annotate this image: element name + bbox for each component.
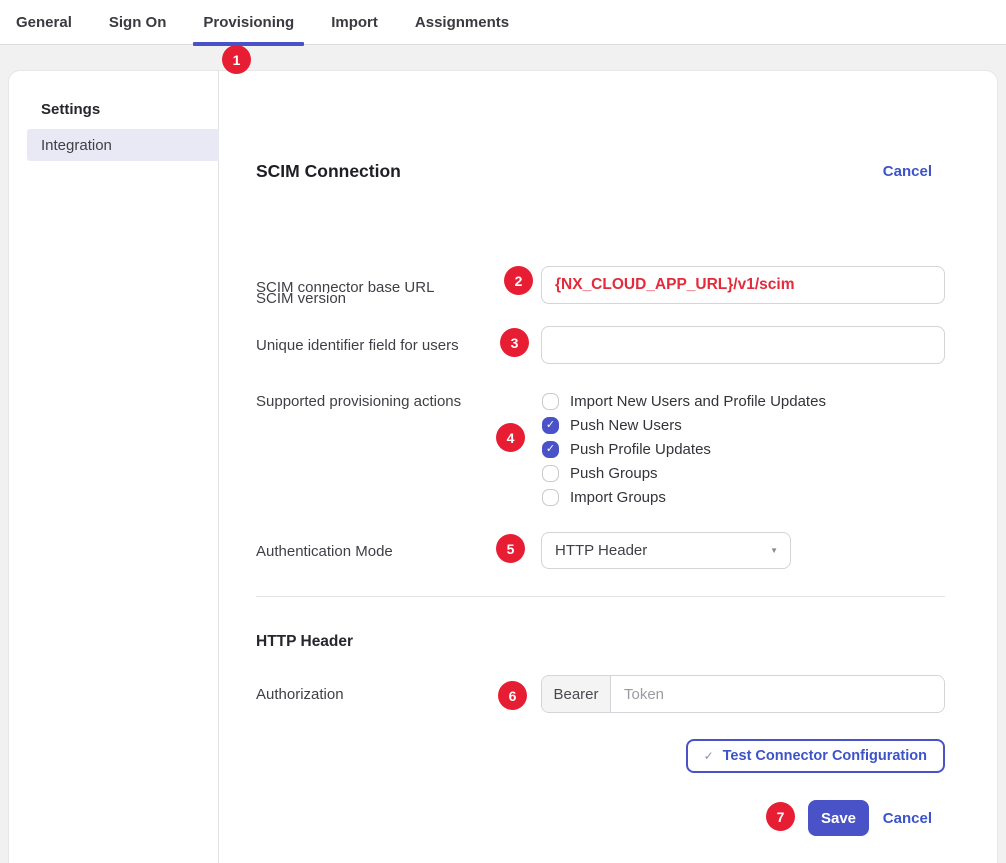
- base-url-input[interactable]: [541, 266, 945, 304]
- annotation-badge-4: 4: [496, 423, 525, 452]
- tab-import[interactable]: Import: [321, 0, 388, 45]
- checkbox-label: Push Groups: [570, 465, 658, 482]
- annotation-badge-1: 1: [222, 45, 251, 74]
- unique-id-label: Unique identifier field for users: [256, 337, 459, 354]
- tab-label: Import: [331, 14, 378, 31]
- sidebar-item-label: Integration: [41, 137, 112, 154]
- checkbox-push-new-users[interactable]: ✓ Push New Users: [542, 413, 826, 437]
- check-icon: ✓: [546, 420, 555, 431]
- save-button[interactable]: Save: [808, 800, 869, 836]
- checkbox-import-groups[interactable]: ✓ Import Groups: [542, 485, 826, 509]
- checkbox-label: Push Profile Updates: [570, 441, 711, 458]
- unique-id-input[interactable]: [541, 326, 945, 364]
- annotation-badge-7: 7: [766, 802, 795, 831]
- tab-assignments[interactable]: Assignments: [405, 0, 519, 45]
- tab-provisioning[interactable]: Provisioning: [193, 0, 304, 45]
- checkbox-label: Import New Users and Profile Updates: [570, 393, 826, 410]
- cancel-link-bottom[interactable]: Cancel: [883, 810, 932, 827]
- bearer-prefix: Bearer: [542, 676, 611, 712]
- chevron-down-icon: ▼: [770, 546, 778, 555]
- check-icon: ✓: [704, 749, 714, 763]
- checkbox-icon: ✓: [542, 489, 559, 506]
- form-title-row: SCIM Connection Cancel: [256, 161, 945, 187]
- app-window: General Sign On Provisioning Import Assi…: [0, 0, 1006, 863]
- sidebar-item-integration[interactable]: Integration: [27, 129, 219, 161]
- provisioning-actions-list: ✓ Import New Users and Profile Updates ✓…: [542, 389, 826, 509]
- checkbox-icon: ✓: [542, 441, 559, 458]
- checkbox-icon: ✓: [542, 465, 559, 482]
- authorization-input-group: Bearer: [541, 675, 945, 713]
- form-footer-row: Save Cancel: [256, 800, 945, 836]
- base-url-label: SCIM connector base URL: [256, 279, 434, 296]
- http-header-section-row: HTTP Header: [256, 633, 945, 651]
- scim-connection-form: SCIM Connection Cancel SCIM version 2.0 …: [256, 71, 945, 863]
- cancel-link-top[interactable]: Cancel: [883, 163, 932, 180]
- annotation-badge-5: 5: [496, 534, 525, 563]
- authentication-mode-label: Authentication Mode: [256, 543, 393, 560]
- tab-general[interactable]: General: [6, 0, 82, 45]
- test-connector-label: Test Connector Configuration: [723, 748, 927, 764]
- checkbox-label: Import Groups: [570, 489, 666, 506]
- test-connector-button[interactable]: ✓ Test Connector Configuration: [686, 739, 945, 773]
- annotation-badge-2: 2: [504, 266, 533, 295]
- authentication-mode-select[interactable]: HTTP Header ▼: [541, 532, 791, 569]
- settings-sidebar: Settings Integration: [9, 71, 219, 863]
- provisioning-actions-label: Supported provisioning actions: [256, 393, 461, 410]
- tab-label: Assignments: [415, 14, 509, 31]
- section-title: HTTP Header: [256, 633, 353, 650]
- authorization-label: Authorization: [256, 686, 344, 703]
- selected-option: HTTP Header: [555, 542, 647, 559]
- checkbox-label: Push New Users: [570, 417, 682, 434]
- provisioning-card: Settings Integration SCIM Connection Can…: [8, 70, 998, 863]
- tab-label: Provisioning: [203, 14, 294, 31]
- annotation-badge-6: 6: [498, 681, 527, 710]
- tab-label: General: [16, 14, 72, 31]
- token-input[interactable]: [611, 676, 944, 712]
- tab-bar: General Sign On Provisioning Import Assi…: [0, 0, 1006, 45]
- section-divider: [256, 596, 945, 597]
- checkbox-icon: ✓: [542, 393, 559, 410]
- checkbox-push-groups[interactable]: ✓ Push Groups: [542, 461, 826, 485]
- check-icon: ✓: [546, 444, 555, 455]
- checkbox-import-new-users[interactable]: ✓ Import New Users and Profile Updates: [542, 389, 826, 413]
- sidebar-header: Settings: [41, 101, 218, 118]
- checkbox-push-profile-updates[interactable]: ✓ Push Profile Updates: [542, 437, 826, 461]
- tab-sign-on[interactable]: Sign On: [99, 0, 177, 45]
- page-title: SCIM Connection: [256, 161, 401, 181]
- checkbox-icon: ✓: [542, 417, 559, 434]
- annotation-badge-3: 3: [500, 328, 529, 357]
- test-connector-row: ✓ Test Connector Configuration: [256, 739, 945, 773]
- tab-label: Sign On: [109, 14, 167, 31]
